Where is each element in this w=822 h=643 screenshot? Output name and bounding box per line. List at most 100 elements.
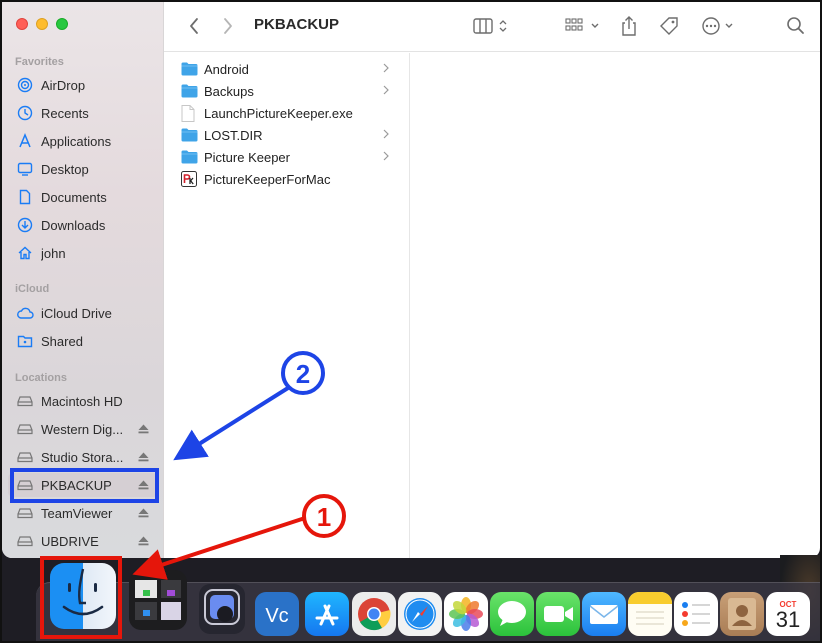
drive-icon — [16, 532, 34, 550]
group-button[interactable] — [564, 14, 604, 38]
folder-icon — [181, 83, 199, 99]
file-row-launchpicturekeeper[interactable]: LaunchPictureKeeper.exe — [165, 102, 409, 124]
file-name: PictureKeeperForMac — [204, 171, 331, 187]
sidebar-item-shared[interactable]: Shared — [8, 329, 158, 353]
eject-icon[interactable] — [136, 536, 150, 546]
sidebar-item-western-digital[interactable]: Western Dig... — [8, 417, 158, 441]
document-icon — [16, 188, 34, 206]
sidebar-item-macintosh-hd[interactable]: Macintosh HD — [8, 389, 158, 413]
picture-keeper-app-icon — [181, 171, 199, 187]
sidebar-item-label: TeamViewer — [41, 505, 113, 521]
sidebar-item-label: Macintosh HD — [41, 393, 123, 409]
finder-window: Favorites AirDrop Recents Applications D… — [2, 2, 820, 558]
highlight-box-pkbackup — [10, 468, 159, 503]
forward-button[interactable] — [222, 16, 238, 36]
toolbar: PKBACKUP — [164, 2, 820, 52]
eject-icon[interactable] — [136, 424, 150, 434]
sidebar-item-desktop[interactable]: Desktop — [8, 157, 158, 181]
window-title: PKBACKUP — [254, 16, 340, 33]
chrome-icon[interactable] — [352, 592, 396, 636]
calendar-icon[interactable]: OCT 31 — [766, 592, 810, 636]
minimize-button[interactable] — [36, 18, 48, 30]
sidebar-item-studio-storage[interactable]: Studio Stora... — [8, 445, 158, 469]
file-row-lost-dir[interactable]: LOST.DIR — [165, 124, 409, 146]
window-controls — [16, 18, 68, 30]
drive-icon — [16, 448, 34, 466]
mail-icon[interactable] — [582, 592, 626, 636]
drive-icon — [16, 392, 34, 410]
file-row-backups[interactable]: Backups — [165, 80, 409, 102]
chevron-right-icon — [383, 63, 397, 76]
share-icon[interactable] — [620, 14, 638, 38]
folder-icon — [181, 149, 199, 165]
sidebar-item-label: john — [41, 245, 66, 261]
sidebar-item-teamviewer[interactable]: TeamViewer — [8, 501, 158, 525]
home-icon — [16, 244, 34, 262]
file-column: Android Backups LaunchPictureKeeper.exe … — [165, 53, 410, 558]
section-title-locations: Locations — [15, 372, 67, 384]
tag-icon[interactable] — [658, 14, 680, 38]
sidebar-item-label: Recents — [41, 105, 89, 121]
mission-control-icon[interactable] — [129, 570, 187, 630]
sidebar-item-label: AirDrop — [41, 77, 86, 93]
sidebar-item-icloud-drive[interactable]: iCloud Drive — [8, 301, 158, 325]
sidebar-item-downloads[interactable]: Downloads — [8, 213, 158, 237]
chevron-right-icon — [383, 129, 397, 142]
zoom-button[interactable] — [56, 18, 68, 30]
eject-icon[interactable] — [136, 508, 150, 518]
sidebar-item-applications[interactable]: Applications — [8, 129, 158, 153]
sidebar-item-label: iCloud Drive — [41, 305, 112, 321]
sidebar-item-documents[interactable]: Documents — [8, 185, 158, 209]
sidebar-item-john[interactable]: john — [8, 241, 158, 265]
photos-icon[interactable] — [444, 592, 488, 636]
cloud-icon — [16, 304, 34, 322]
section-title-icloud: iCloud — [15, 283, 50, 295]
view-columns-button[interactable] — [472, 14, 512, 38]
airdrop-icon — [16, 76, 34, 94]
sidebar-item-label: Shared — [41, 333, 83, 349]
eject-icon[interactable] — [136, 452, 150, 462]
sidebar-item-recents[interactable]: Recents — [8, 101, 158, 125]
drive-icon — [16, 420, 34, 438]
more-actions-icon[interactable] — [700, 14, 740, 38]
close-button[interactable] — [16, 18, 28, 30]
sidebar-item-label: Desktop — [41, 161, 89, 177]
screenshot-icon[interactable] — [199, 584, 245, 634]
sidebar-item-airdrop[interactable]: AirDrop — [8, 73, 158, 97]
file-row-android[interactable]: Android — [165, 58, 409, 80]
back-button[interactable] — [188, 16, 204, 36]
folder-icon — [181, 61, 199, 77]
download-icon — [16, 216, 34, 234]
sidebar-item-label: Applications — [41, 133, 112, 149]
reminders-icon[interactable] — [674, 592, 718, 636]
file-name: LOST.DIR — [204, 127, 263, 143]
search-icon[interactable] — [786, 14, 806, 38]
messages-icon[interactable] — [490, 592, 534, 636]
file-name: Android — [204, 61, 249, 77]
sidebar-item-label: Downloads — [41, 217, 106, 233]
sidebar: Favorites AirDrop Recents Applications D… — [2, 2, 164, 558]
svg-text:Vc: Vc — [265, 605, 288, 627]
safari-icon[interactable] — [398, 592, 442, 636]
clock-icon — [16, 104, 34, 122]
sidebar-item-label: Western Dig... — [41, 421, 124, 437]
file-row-picture-keeper[interactable]: Picture Keeper — [165, 146, 409, 168]
folder-icon — [181, 127, 199, 143]
shared-folder-icon — [16, 332, 34, 350]
app-store-icon[interactable] — [305, 592, 349, 636]
sidebar-item-label: Studio Stora... — [41, 449, 124, 465]
applications-icon — [16, 132, 34, 150]
sidebar-item-ubdrive[interactable]: UBDRIVE — [8, 529, 158, 553]
file-row-picturekeeperformac[interactable]: PictureKeeperForMac — [165, 168, 409, 190]
desktop-icon — [16, 160, 34, 178]
facetime-icon[interactable] — [536, 592, 580, 636]
file-name: Backups — [204, 83, 254, 99]
sidebar-item-label: UBDRIVE — [41, 533, 99, 549]
file-name: LaunchPictureKeeper.exe — [204, 105, 353, 121]
file-name: Picture Keeper — [204, 149, 290, 165]
vnc-viewer-icon[interactable]: Vc — [255, 592, 299, 636]
notes-icon[interactable] — [628, 592, 672, 636]
highlight-box-finder — [40, 556, 122, 639]
sidebar-item-label: Documents — [41, 189, 107, 205]
contacts-icon[interactable] — [720, 592, 764, 636]
